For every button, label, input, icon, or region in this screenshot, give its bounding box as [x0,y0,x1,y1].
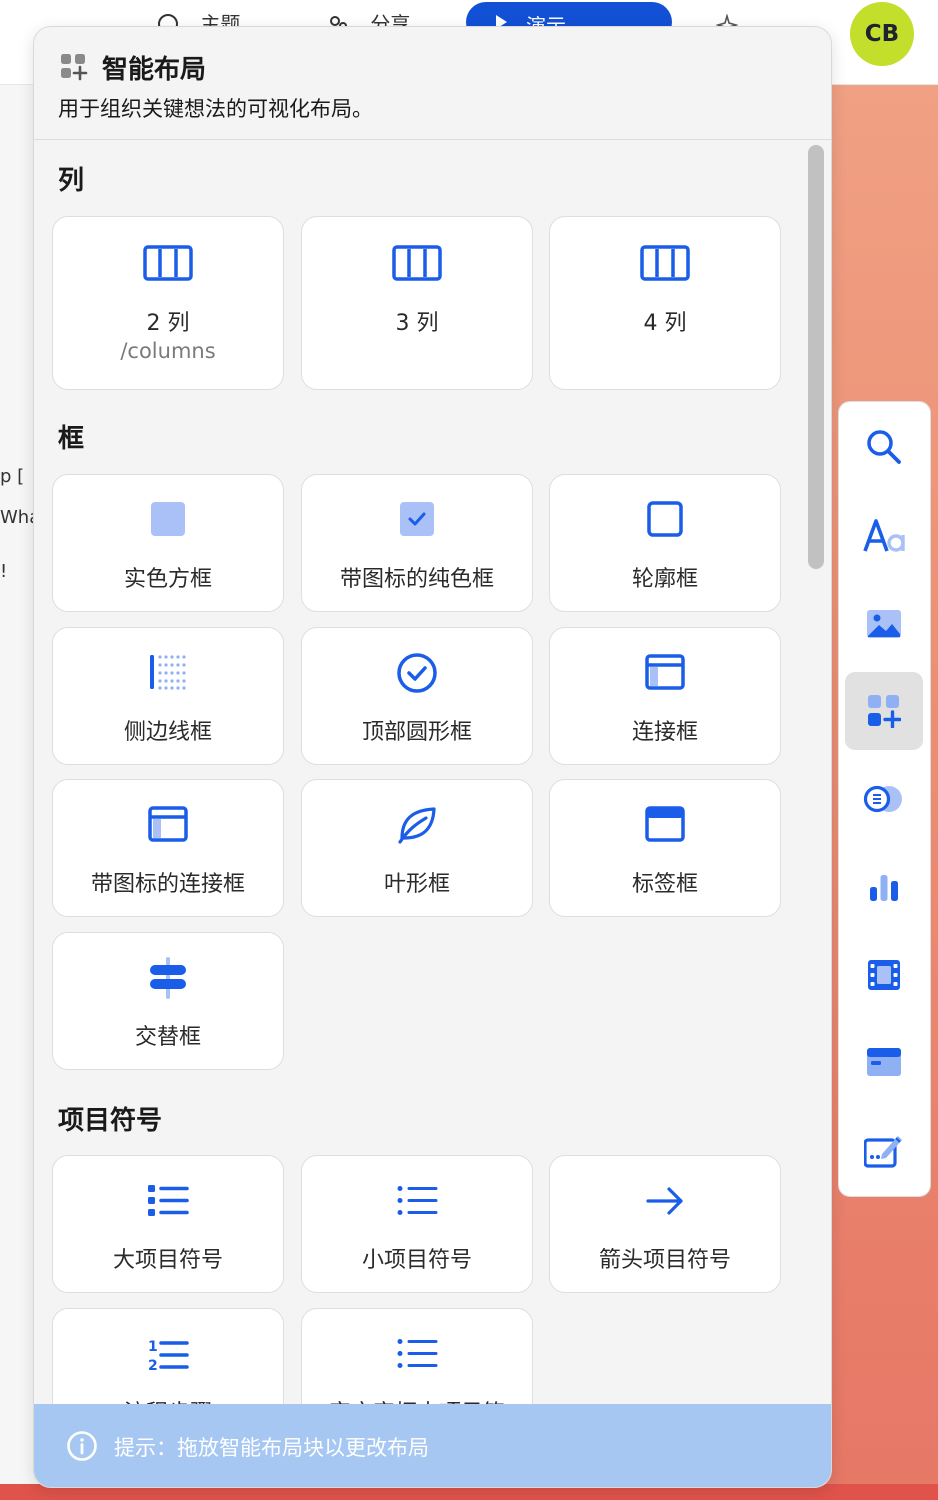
layout-card-label: 侧边线框 [123,720,212,745]
layout-card-label: 带图标的连接框 [90,872,245,897]
leaf-icon [398,807,436,844]
layout-card-label: 顶部圆形框 [361,720,472,745]
layout-card-label: 4 列 [643,311,687,336]
tool-toggle[interactable] [845,760,923,838]
arrow-right-icon [646,1187,683,1215]
panel-header: 智能布局 用于组织关键想法的可视化布局。 [34,27,831,140]
layout-card-label: 叶形框 [383,872,450,897]
layout-card-label: 标签框 [631,872,698,897]
smart-layout-icon [61,54,88,81]
layout-card-process-steps[interactable]: 1 2 流程步骤 [52,1308,284,1404]
layout-card-label: 带图标的纯色框 [339,567,494,592]
label-box-icon [645,806,685,842]
layout-card-label: 连接框 [631,720,698,745]
svg-text:2: 2 [148,1358,158,1373]
circle-check-icon [397,653,437,693]
layout-card-label: 3 列 [395,311,439,336]
image-icon [867,610,901,638]
layout-card-small-bullets[interactable]: 小项目符号 [301,1155,533,1293]
joined-box-with-icon-icon [148,806,188,842]
layout-card-label: 2 列 [146,311,190,336]
layout-card-top-circle-box[interactable]: 顶部圆形框 [301,627,533,765]
columns-icon [392,245,442,281]
solid-box-icon [151,502,185,536]
insert-toolbar [838,401,931,1197]
numbered-list-icon: 1 2 [148,1339,189,1373]
small-bullets-icon [397,1186,438,1215]
layout-card-large-bullets[interactable]: 大项目符号 [52,1155,284,1293]
layout-card-outline-box[interactable]: 轮廓框 [549,474,781,612]
layout-card-icon-solid-box[interactable]: 带图标的纯色框 [301,474,533,612]
layout-card-bullets-in-box[interactable]: 字文字框中项目符 [301,1308,533,1404]
layout-card-label: 字文字框中项目符 [302,1395,532,1404]
hint-text: 提示：拖放智能布局块以更改布局 [114,1436,429,1460]
tool-image[interactable] [845,585,923,663]
tool-video[interactable] [845,936,923,1014]
layout-card-4-columns[interactable]: 4 列 [549,216,781,390]
bullet-list-icon [397,1339,438,1368]
smart-layout-panel: 智能布局 用于组织关键想法的可视化布局。 列 2 列 /columns 3 列 [33,26,832,1488]
chart-icon [870,875,898,901]
panel-subtitle: 用于组织关键想法的可视化布局。 [58,97,373,121]
hint-bar: 提示：拖放智能布局块以更改布局 [34,1404,831,1487]
layout-card-label: 交替框 [134,1025,201,1050]
signpost-icon [150,957,186,999]
joined-box-icon [645,654,685,690]
checked-box-icon [400,502,434,536]
layout-list[interactable]: 列 2 列 /columns 3 列 4 列 框 实色方框 带图标的纯色框 轮廓… [34,140,831,1404]
slash-command-hint: /columns [120,339,216,363]
layout-card-label: 实色方框 [123,567,212,592]
scrollbar-thumb[interactable] [808,145,824,569]
large-bullets-icon [148,1185,189,1216]
search-icon [867,430,901,464]
tool-text-style[interactable] [845,497,923,575]
edit-icon [864,1136,902,1168]
smart-layout-icon [868,695,901,728]
layout-card-joined-box-with-icon[interactable]: 带图标的连接框 [52,779,284,917]
canvas-text-peek: ! [0,561,8,582]
layout-card-label: 流程步骤 [53,1395,283,1404]
section-title-boxes: 框 [58,424,85,454]
section-title-bullets: 项目符号 [58,1106,163,1136]
svg-text:1: 1 [148,1339,158,1355]
video-icon [868,960,900,990]
section-title-columns: 列 [58,166,85,196]
layout-card-solid-box[interactable]: 实色方框 [52,474,284,612]
side-line-box-icon [150,655,186,690]
layout-card-joined-box[interactable]: 连接框 [549,627,781,765]
tool-embed[interactable] [845,1023,923,1101]
tool-search[interactable] [845,408,923,486]
avatar[interactable]: CB [850,2,914,66]
layout-card-leaf-box[interactable]: 叶形框 [301,779,533,917]
outline-box-icon [647,501,683,537]
columns-icon [640,245,690,281]
layout-card-alternating-box[interactable]: 交替框 [52,932,284,1070]
layout-card-3-columns[interactable]: 3 列 [301,216,533,390]
embed-icon [867,1048,901,1076]
layout-card-label: 大项目符号 [112,1248,223,1273]
layout-card-arrow-bullets[interactable]: 箭头项目符号 [549,1155,781,1293]
tool-edit[interactable] [845,1111,923,1189]
panel-title: 智能布局 [102,55,207,85]
layout-card-label-box[interactable]: 标签框 [549,779,781,917]
toggle-icon [863,785,902,813]
layout-card-2-columns[interactable]: 2 列 /columns [52,216,284,390]
tool-smart-layout[interactable] [845,672,923,750]
layout-card-label: 轮廓框 [631,567,698,592]
info-icon [67,1431,97,1461]
canvas-text-peek: p [ [0,466,25,487]
columns-icon [143,245,193,281]
layout-card-side-line-box[interactable]: 侧边线框 [52,627,284,765]
layout-card-label: 箭头项目符号 [598,1248,731,1273]
tool-chart[interactable] [845,848,923,926]
text-style-icon [863,519,905,552]
layout-card-label: 小项目符号 [361,1248,472,1273]
